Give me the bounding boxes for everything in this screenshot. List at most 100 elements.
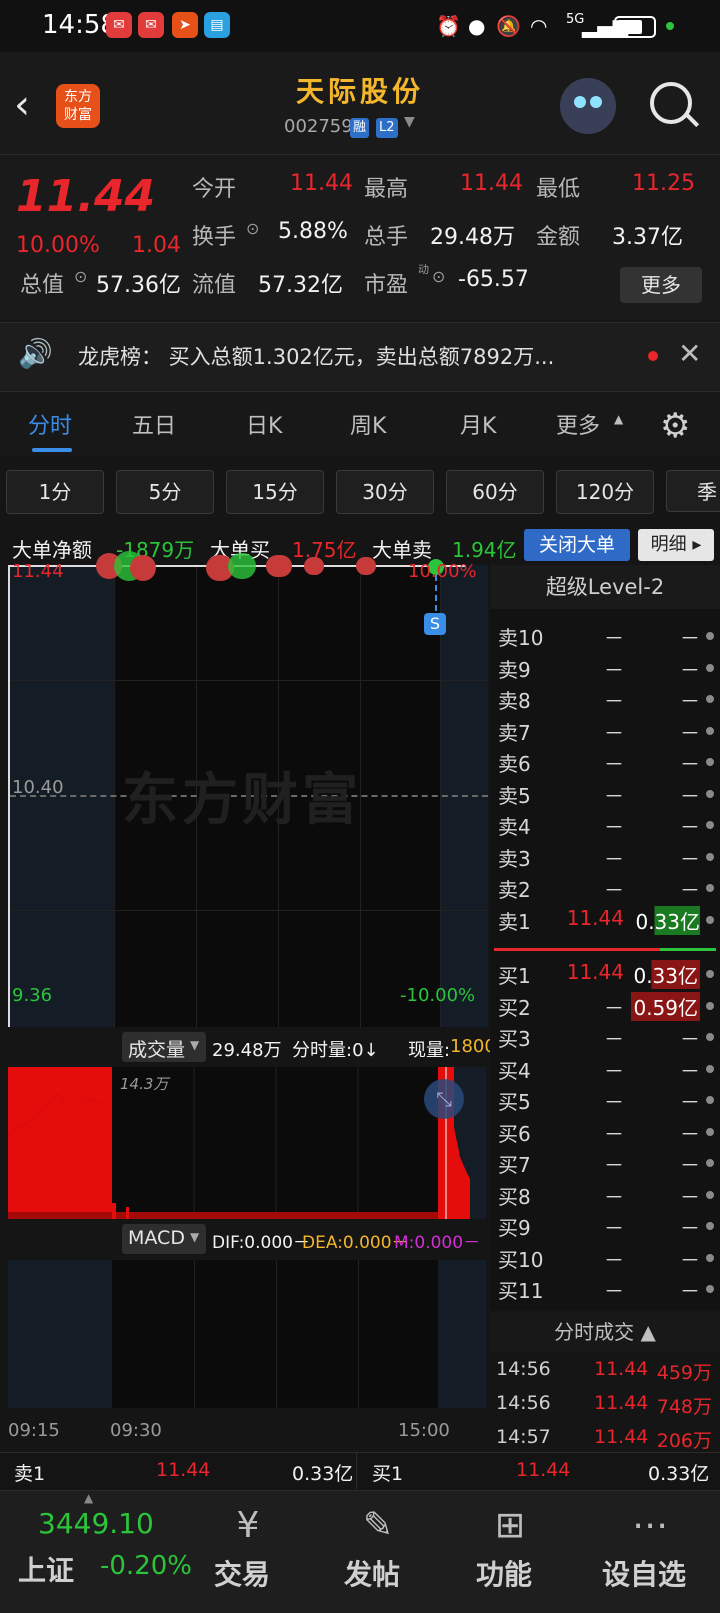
auction-shade [8, 1260, 112, 1408]
tick-price: 11.44 [594, 1358, 649, 1380]
nav-post[interactable]: ✎ 发帖 [340, 1491, 430, 1613]
big-buy-bubble [356, 557, 376, 575]
tab-five-day[interactable]: 五日 [132, 408, 176, 440]
ask-row[interactable]: 卖9 － － [498, 652, 714, 684]
order-book-title[interactable]: 超级Level-2 [490, 565, 720, 609]
ask-volume: － [680, 689, 700, 713]
chevron-down-icon[interactable]: ▼ [404, 114, 415, 130]
time-label-close: 15:00 [398, 1420, 450, 1441]
yen-icon: ¥ [236, 1505, 260, 1546]
bid-row[interactable]: 买2 － 0.59亿 [498, 990, 714, 1022]
period-30min[interactable]: 30分 [336, 470, 434, 514]
bid-row[interactable]: 买7 － － [498, 1147, 714, 1179]
indicator-dot [706, 853, 714, 861]
bid-price: － [604, 1090, 624, 1114]
float-cap-label: 流值 [192, 273, 237, 298]
ask-level: 卖2 [498, 878, 531, 902]
bid-row[interactable]: 买1 11.44 0.33亿 [498, 958, 714, 990]
dot-indicator [666, 22, 674, 30]
ask-row[interactable]: 卖3 － － [498, 841, 714, 873]
bid-row[interactable]: 买11 － － [498, 1273, 714, 1305]
info-icon[interactable]: ⊙ [246, 219, 259, 238]
bid-row[interactable]: 买9 － － [498, 1210, 714, 1242]
period-1min[interactable]: 1分 [6, 470, 104, 514]
ask-row[interactable]: 卖7 － － [498, 715, 714, 747]
tab-more[interactable]: 更多 [556, 408, 600, 440]
nav-function[interactable]: ⊞ 功能 [472, 1491, 562, 1613]
indicator-dot [706, 1222, 714, 1230]
robot-eye [590, 96, 602, 108]
nav-trade[interactable]: ¥ 交易 [210, 1491, 300, 1613]
bid-volume: － [680, 1090, 700, 1114]
ask-row[interactable]: 卖1 11.44 0.33亿 [498, 904, 714, 936]
tab-intraday[interactable]: 分时 [28, 408, 72, 440]
ask-row[interactable]: 卖8 － － [498, 683, 714, 715]
bid-row[interactable]: 买10 － － [498, 1242, 714, 1274]
bid-row[interactable]: 买6 － － [498, 1116, 714, 1148]
bid-row[interactable]: 买4 － － [498, 1053, 714, 1085]
bid-price: － [604, 1185, 624, 1209]
bottom-pct-label: -10.00% [400, 985, 476, 1006]
robot-assistant-icon[interactable] [560, 78, 616, 134]
search-icon[interactable] [650, 82, 692, 124]
bid-row[interactable]: 买3 － － [498, 1021, 714, 1053]
robot-eye [574, 96, 586, 108]
gear-icon[interactable]: ⚙ [660, 406, 690, 446]
ask-row[interactable]: 卖4 － － [498, 809, 714, 841]
tab-monthly-k[interactable]: 月K [460, 408, 496, 440]
ask-volume: － [680, 815, 700, 839]
big-buy-bubble [266, 555, 292, 577]
sell-signal-marker[interactable]: S [424, 613, 446, 635]
bid-level: 买4 [498, 1059, 531, 1083]
expand-icon[interactable]: ⤡ [424, 1079, 464, 1119]
stock-header: ‹ 东方 财富 天际股份 002759 融 L2 ▼ [0, 52, 720, 155]
ask-price: － [604, 626, 624, 650]
volume-chart[interactable]: 14.3万 ⤡ [8, 1067, 486, 1219]
bid-price: 11.44 [566, 960, 624, 984]
info-icon[interactable]: ⊙ [432, 267, 445, 286]
mute-icon: 🔕 [496, 14, 521, 38]
ask-row[interactable]: 卖10 － － [498, 620, 714, 652]
intraday-chart[interactable]: 东方财富 S 11.44 10.00% 10.40 9.36 -10.00% [8, 551, 488, 1027]
notice-bar[interactable]: 🔊 龙虎榜： 买入总额1.302亿元，卖出总额7892万... ✕ [0, 322, 720, 392]
big-net-label: 大单净额 [12, 538, 92, 562]
period-15min[interactable]: 15分 [226, 470, 324, 514]
level2-tag: L2 [376, 118, 398, 138]
bid-price: － [604, 1153, 624, 1177]
bid-volume: － [680, 1185, 700, 1209]
bid-row[interactable]: 买5 － － [498, 1084, 714, 1116]
tick-row: 14:56 11.44 748万 [496, 1390, 716, 1424]
tab-weekly-k[interactable]: 周K [350, 408, 386, 440]
app-notification-icon: ✉ [138, 12, 164, 38]
close-big-order-button[interactable]: 关闭大单 [524, 529, 630, 561]
period-quarter[interactable]: 季 [666, 470, 720, 512]
ask-row[interactable]: 卖2 － － [498, 872, 714, 904]
ask-row[interactable]: 卖5 － － [498, 778, 714, 810]
ticks-title[interactable]: 分时成交 ▲ [490, 1312, 720, 1352]
tab-daily-k[interactable]: 日K [246, 408, 282, 440]
macd-indicator-select[interactable]: MACD ▼ [122, 1224, 206, 1254]
ask-row[interactable]: 卖6 － － [498, 746, 714, 778]
indicator-dot [706, 695, 714, 703]
tick-price: 11.44 [594, 1392, 649, 1414]
index-ticker[interactable]: 3449.10 上证 -0.20% [0, 1491, 200, 1613]
bid-row[interactable]: 买8 － － [498, 1179, 714, 1211]
period-5min[interactable]: 5分 [116, 470, 214, 514]
bid-level: 买8 [498, 1185, 531, 1209]
macd-dif: DIF:0.000－ [212, 1233, 310, 1253]
bid-level: 买6 [498, 1122, 531, 1146]
info-icon[interactable]: ⊙ [74, 267, 87, 286]
bid-volume: － [680, 1279, 700, 1303]
volume-header: 成交量 ▼ 29.48万 分时量:0↓ 现量: 1800 [0, 1030, 496, 1066]
volume-indicator-select[interactable]: 成交量 ▼ [122, 1032, 206, 1062]
more-button[interactable]: 更多 [620, 267, 702, 303]
detail-button[interactable]: 明细 ▸ [638, 529, 714, 561]
nav-add-favorite[interactable]: ⋯ 设自选 [598, 1491, 716, 1613]
current-volume-label: 现量: [408, 1040, 451, 1061]
close-icon[interactable]: ✕ [678, 337, 701, 370]
macd-chart[interactable] [8, 1260, 486, 1408]
period-120min[interactable]: 120分 [556, 470, 654, 514]
book-separator-green [660, 948, 716, 951]
period-60min[interactable]: 60分 [446, 470, 544, 514]
indicator-dot [706, 758, 714, 766]
